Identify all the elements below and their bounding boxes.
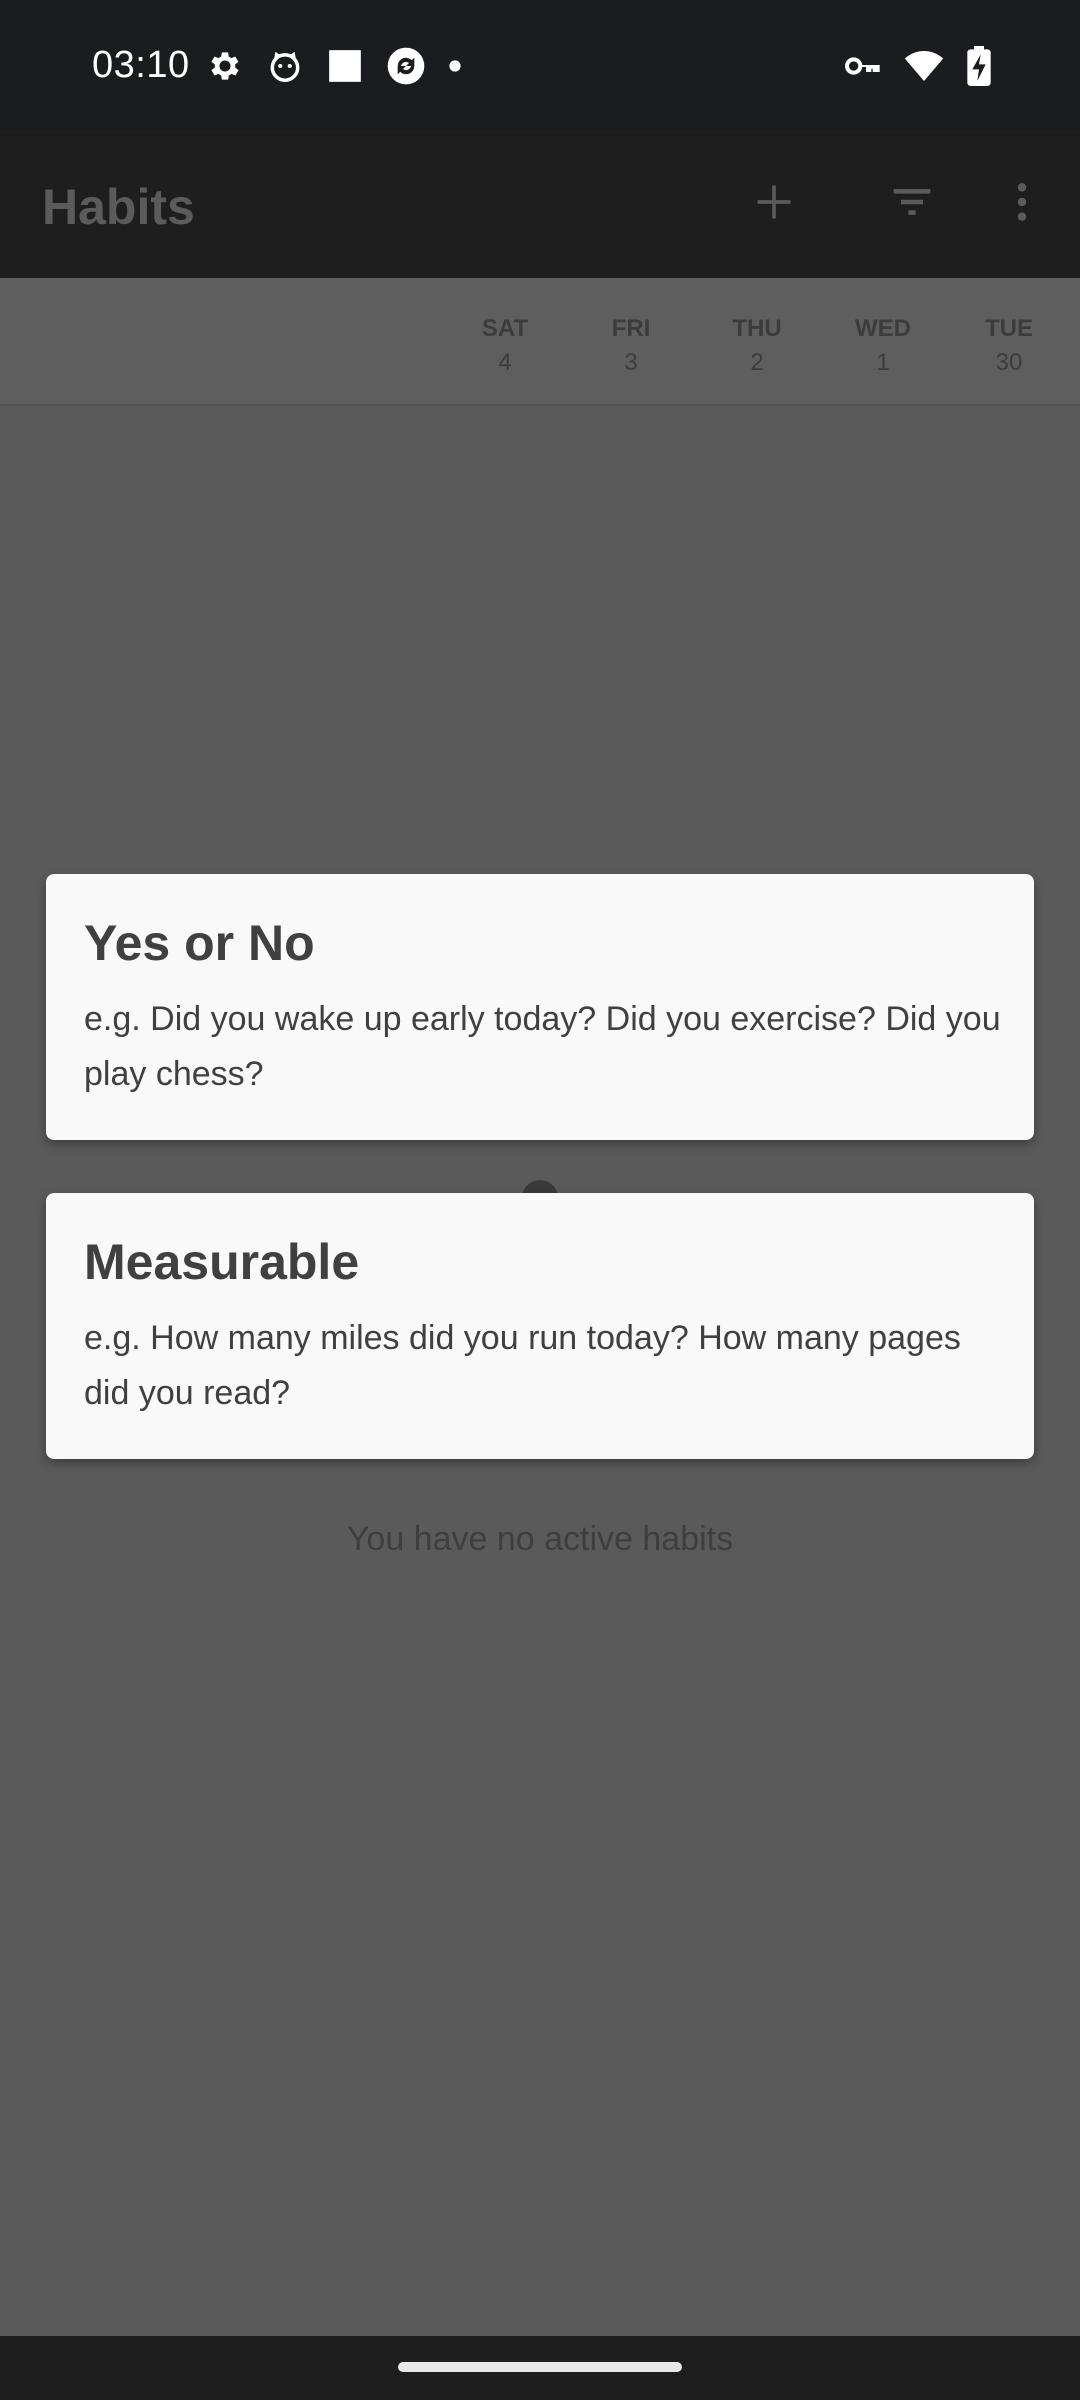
- day-column: TUE 30: [954, 312, 1064, 380]
- day-column: WED 1: [828, 312, 938, 380]
- square-icon: [326, 47, 364, 90]
- add-habit-button[interactable]: [738, 168, 810, 240]
- day-number: 1: [876, 349, 890, 376]
- key-icon: [842, 46, 882, 91]
- cat-icon: [266, 47, 304, 90]
- day-number: 3: [624, 349, 638, 376]
- status-bar: 03:10: [0, 0, 1080, 130]
- day-name: TUE: [985, 315, 1033, 342]
- day-column: FRI 3: [576, 312, 686, 380]
- day-column: THU 2: [702, 312, 812, 380]
- day-name: FRI: [611, 315, 651, 342]
- overflow-menu-button[interactable]: [986, 168, 1058, 240]
- option-title: Yes or No: [84, 915, 315, 971]
- filter-button[interactable]: [876, 168, 948, 240]
- empty-state-text: You have no active habits: [346, 1520, 734, 1558]
- day-name: WED: [855, 315, 911, 342]
- add-icon: [752, 180, 796, 229]
- option-description: e.g. Did you wake up early today? Did yo…: [84, 1000, 1001, 1093]
- day-column: SAT 4: [450, 312, 560, 380]
- status-icons-right: [842, 45, 992, 91]
- battery-charging-icon: [966, 45, 992, 91]
- option-title: Measurable: [84, 1234, 360, 1290]
- day-name: THU: [732, 315, 782, 342]
- day-number: 2: [750, 349, 764, 376]
- status-icons-left: [206, 46, 462, 90]
- settings-icon: [206, 47, 244, 90]
- habit-type-measurable-option[interactable]: Measurable e.g. How many miles did you r…: [46, 1193, 1034, 1459]
- page-title: Habits: [42, 179, 195, 235]
- home-gesture-handle[interactable]: [398, 2362, 682, 2372]
- option-description: e.g. How many miles did you run today? H…: [84, 1319, 961, 1412]
- sync-app-icon: [386, 46, 426, 91]
- wifi-icon: [904, 46, 944, 91]
- habit-type-yes-no-option[interactable]: Yes or No e.g. Did you wake up early tod…: [46, 874, 1034, 1140]
- status-time: 03:10: [92, 44, 190, 86]
- dot-icon: [448, 59, 462, 78]
- day-name: SAT: [481, 315, 529, 342]
- day-number: 4: [498, 349, 512, 376]
- more-vert-icon: [1000, 180, 1044, 229]
- filter-icon: [887, 180, 937, 229]
- day-number: 30: [995, 349, 1023, 376]
